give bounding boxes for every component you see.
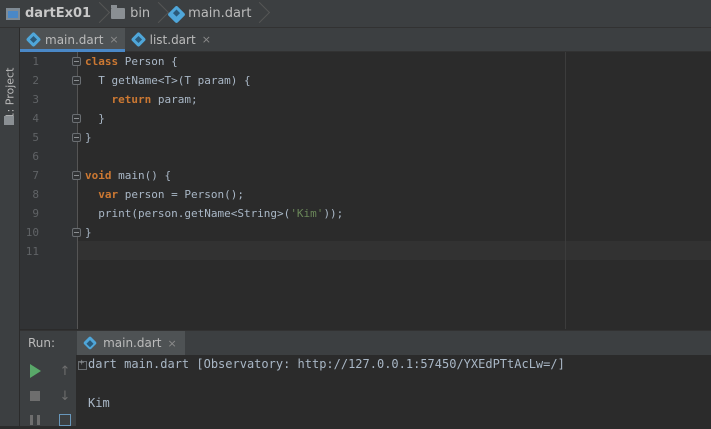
code-line: print(person.getName<String>('Kim'));: [85, 204, 343, 223]
line-number: 11: [25, 245, 39, 258]
line-number: 6: [32, 150, 39, 163]
play-icon: [29, 364, 41, 378]
stop-icon: [30, 391, 40, 401]
run-label: Run:: [28, 336, 56, 350]
code-token: main() {: [111, 169, 172, 182]
arrow-down-icon: ↓: [59, 388, 71, 404]
line-number: 9: [32, 207, 39, 220]
breadcrumb-project-label: dartEx01: [25, 6, 92, 21]
code-token: }: [85, 131, 92, 144]
code-line: class Person {: [85, 52, 178, 71]
tab-list-dart[interactable]: list.dart ×: [125, 28, 217, 51]
dart-file-icon: [167, 5, 186, 24]
code-line: }: [85, 128, 92, 147]
code-line: void main() {: [85, 166, 171, 185]
tab-main-dart[interactable]: main.dart ×: [20, 28, 125, 52]
right-margin-guide: [565, 52, 566, 329]
fold-toggle-icon[interactable]: [78, 358, 87, 370]
breadcrumb-project[interactable]: dartEx01: [0, 0, 95, 27]
line-number: 7: [32, 169, 39, 182]
code-token: param;: [151, 93, 198, 106]
current-line-highlight: [78, 241, 711, 260]
breadcrumb-separator: [154, 0, 164, 27]
fold-marker-icon[interactable]: [72, 114, 81, 123]
fold-marker-icon[interactable]: [72, 76, 81, 85]
code-line: return param;: [85, 90, 198, 109]
keyword-token: class: [85, 55, 119, 68]
pause-button[interactable]: [26, 411, 44, 429]
folder-icon: [111, 5, 126, 19]
stop-button[interactable]: [26, 387, 44, 405]
fold-marker-icon[interactable]: [72, 228, 81, 237]
soft-wrap-icon: [59, 414, 71, 426]
code-line: }: [85, 109, 105, 128]
line-number: 5: [32, 131, 39, 144]
navigation-breadcrumb: dartEx01 bin main.dart: [0, 0, 711, 28]
code-token: ));: [323, 207, 344, 220]
fold-marker-icon[interactable]: [72, 57, 81, 66]
keyword-token: return: [111, 93, 152, 106]
close-icon[interactable]: ×: [109, 33, 118, 46]
dart-file-icon: [25, 31, 42, 48]
scroll-down-button[interactable]: ↓: [56, 387, 74, 405]
code-token: }: [85, 226, 92, 239]
line-number: 8: [32, 188, 39, 201]
code-editor[interactable]: 1 2 3 4 5 6 7 8 9 10 11 class Person { T getName<T…: [20, 52, 711, 329]
breadcrumb-bin-label: bin: [130, 6, 151, 21]
tab-label: main.dart: [45, 32, 104, 47]
code-line: }: [85, 223, 92, 242]
editor-gutter: 1 2 3 4 5 6 7 8 9 10 11: [20, 52, 81, 329]
console-line: dart main.dart [Observatory: http://127.…: [88, 357, 565, 371]
line-number: 10: [25, 226, 39, 239]
string-token: 'Kim': [290, 207, 324, 220]
run-tab-label: main.dart: [103, 336, 162, 350]
keyword-token: void: [85, 169, 112, 182]
run-tool-window: Run: main.dart × ↑ ↓ dart main.dart [Obs…: [20, 330, 711, 426]
fold-marker-icon[interactable]: [72, 171, 81, 180]
scroll-up-button[interactable]: ↑: [56, 362, 74, 380]
console-line: Kim: [88, 396, 110, 410]
project-tool-tab-label: 1: Project: [3, 67, 16, 119]
breadcrumb-file-label: main.dart: [188, 6, 252, 21]
close-icon[interactable]: ×: [167, 337, 176, 350]
code-token: Person {: [118, 55, 178, 68]
dart-file-icon: [130, 31, 146, 48]
line-number: 3: [32, 93, 39, 106]
code-token: print(person.getName<String>(: [85, 207, 291, 220]
editor-tab-bar: main.dart × list.dart ×: [20, 28, 711, 52]
arrow-up-icon: ↑: [59, 363, 71, 379]
close-icon[interactable]: ×: [202, 33, 211, 46]
keyword-token: var: [98, 188, 119, 201]
code-line: T getName<T>(T param) {: [85, 71, 251, 90]
left-tool-strip: 1: Project: [0, 28, 20, 426]
dart-file-icon: [82, 335, 98, 351]
run-toolbar: ↑ ↓: [20, 355, 76, 426]
line-number: 1: [32, 55, 39, 68]
breadcrumb-separator: [255, 0, 265, 27]
code-token: person = Person();: [118, 188, 244, 201]
project-tool-icon[interactable]: [4, 116, 14, 125]
rerun-button[interactable]: [26, 362, 44, 380]
code-line: var person = Person();: [85, 185, 244, 204]
line-number: 2: [32, 74, 39, 87]
breadcrumb-file[interactable]: main.dart: [164, 0, 255, 27]
pause-icon: [30, 415, 40, 425]
fold-marker-icon[interactable]: [72, 133, 81, 142]
run-header: Run: main.dart ×: [20, 330, 711, 355]
line-number: 4: [32, 112, 39, 125]
breadcrumb-bin[interactable]: bin: [105, 0, 154, 27]
project-folder-icon: [6, 7, 20, 20]
code-token: T getName<T>(T param) {: [85, 74, 251, 87]
tab-label: list.dart: [149, 32, 196, 47]
code-token: }: [85, 112, 105, 125]
soft-wrap-button[interactable]: [56, 411, 74, 429]
console-output[interactable]: dart main.dart [Observatory: http://127.…: [78, 355, 711, 426]
run-tab-main-dart[interactable]: main.dart ×: [77, 331, 185, 355]
breadcrumb-separator: [95, 0, 105, 27]
